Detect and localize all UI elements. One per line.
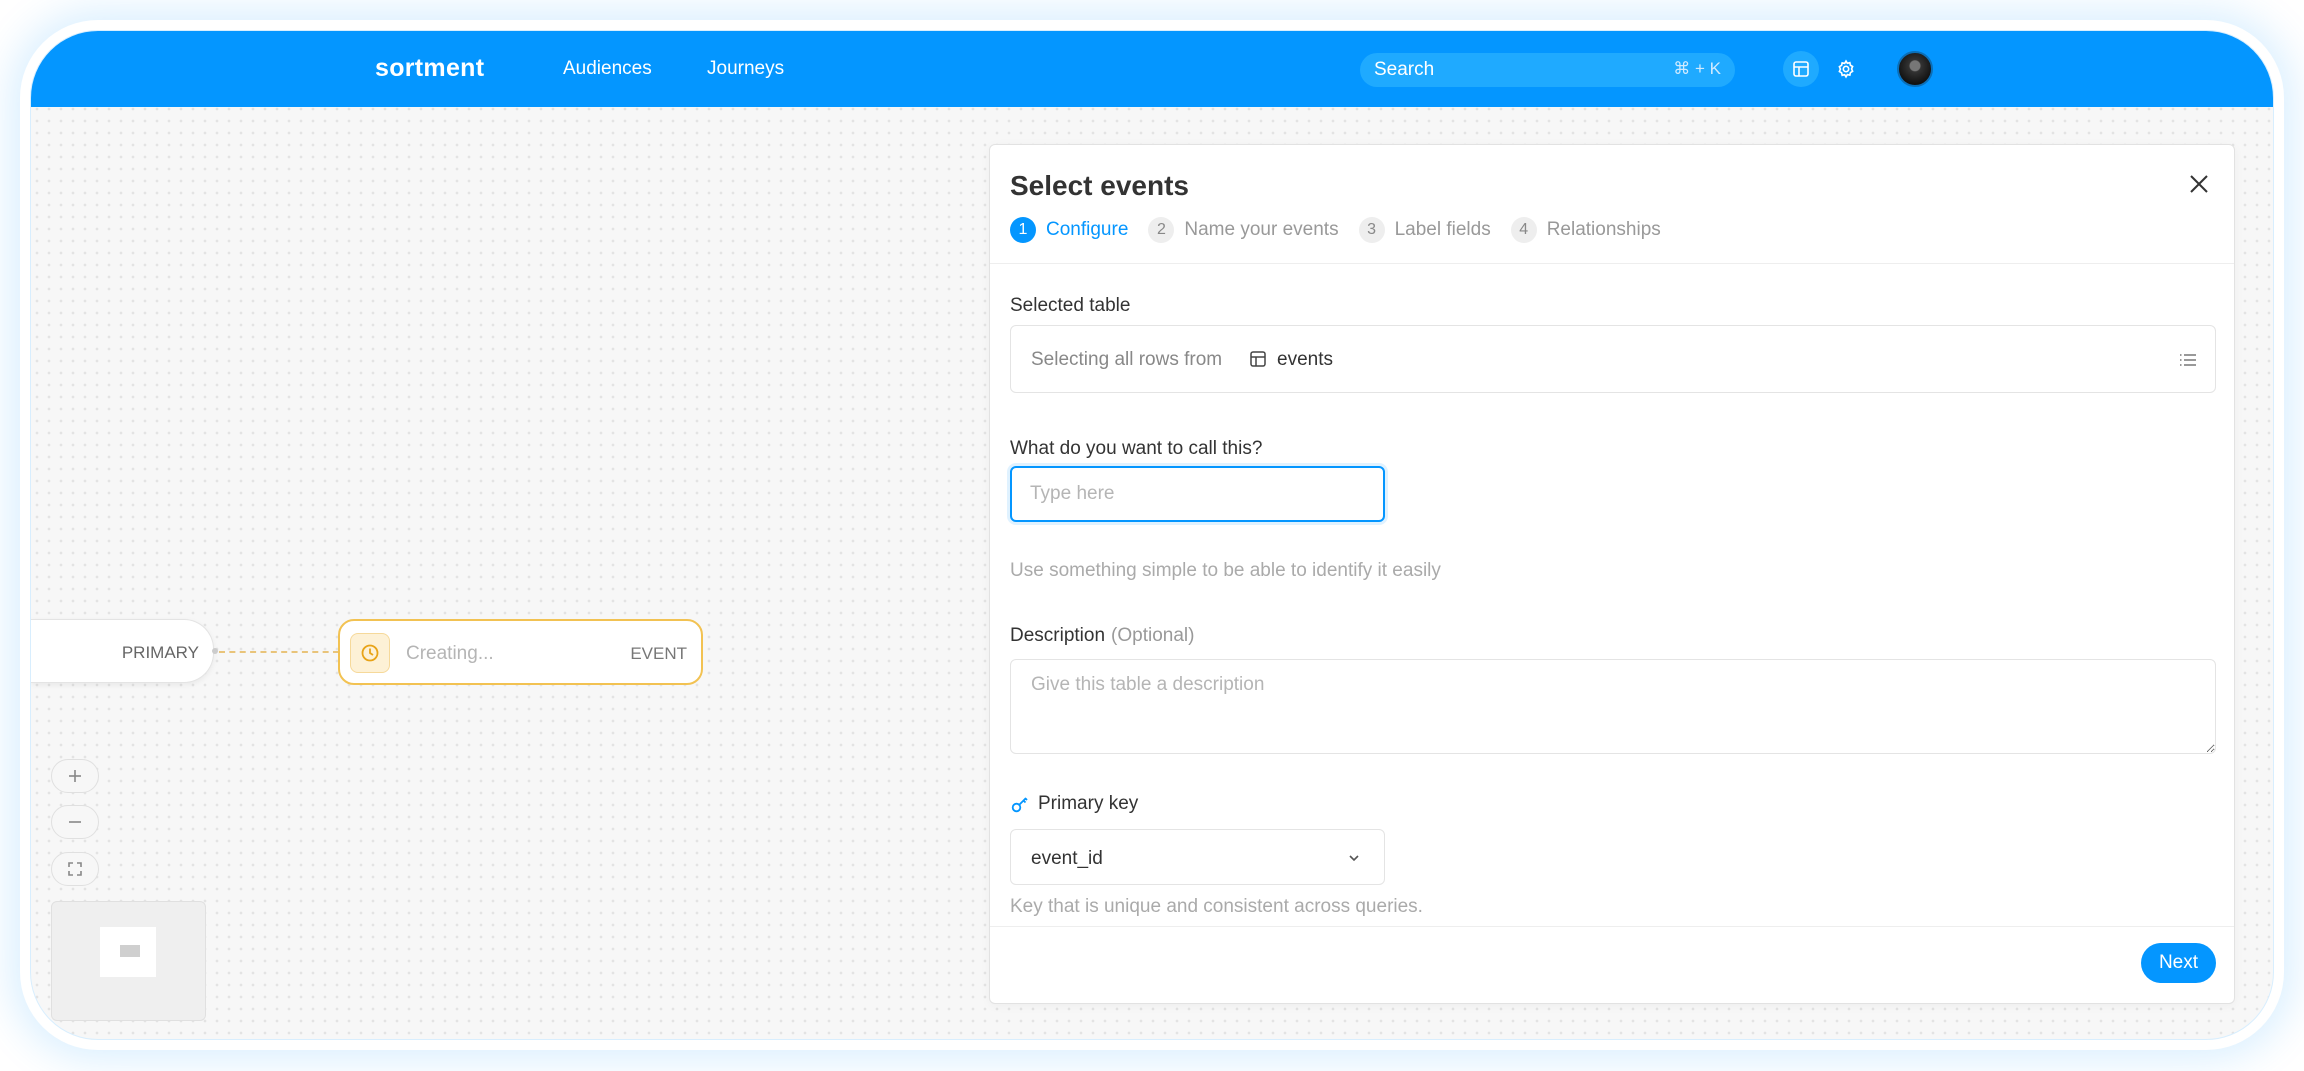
fit-view-icon: [68, 862, 82, 876]
primary-node[interactable]: PRIMARY: [31, 619, 214, 683]
step-label: Name your events: [1184, 219, 1339, 240]
optional-tag: (Optional): [1111, 625, 1195, 646]
dialog-title: Select events: [1010, 170, 1189, 201]
zoom-in-button[interactable]: [51, 759, 99, 793]
primary-key-label-row: Primary key: [1010, 793, 1138, 815]
table-icon: [1250, 351, 1266, 367]
minimap[interactable]: [51, 901, 206, 1021]
avatar[interactable]: [1897, 51, 1933, 87]
search-bar[interactable]: Search ⌘ + K: [1360, 53, 1735, 87]
plus-icon: [69, 770, 81, 782]
step-relationships[interactable]: 4 Relationships: [1510, 217, 1661, 243]
step-label: Configure: [1046, 219, 1129, 240]
fit-view-button[interactable]: [51, 852, 99, 886]
selected-table-label: Selected table: [1010, 295, 1131, 316]
event-node[interactable]: Creating... EVENT: [338, 619, 703, 685]
close-icon[interactable]: [2186, 171, 2212, 197]
selected-table-prefix: Selecting all rows from: [1031, 349, 1223, 370]
name-input[interactable]: [1010, 466, 1385, 522]
step-label: Relationships: [1546, 219, 1661, 240]
table-icon: [1793, 61, 1809, 77]
node-connector: [219, 651, 339, 653]
settings-button[interactable]: [1828, 51, 1864, 87]
primary-key-value: event_id: [1031, 848, 1103, 869]
table-view-button[interactable]: [1783, 51, 1819, 87]
primary-node-label: PRIMARY: [121, 643, 199, 662]
top-navbar: sortment Audiences Journeys Search ⌘ + K: [31, 31, 2273, 107]
search-placeholder: Search: [1374, 59, 1435, 80]
description-label-row: Description (Optional): [1010, 625, 1194, 647]
step-name-events[interactable]: 2 Name your events: [1148, 217, 1339, 243]
name-field-hint: Use something simple to be able to ident…: [1010, 560, 1441, 581]
event-node-status: Creating...: [406, 643, 494, 664]
search-shortcut: ⌘ + K: [1673, 59, 1721, 78]
next-button[interactable]: Next: [2141, 943, 2216, 983]
step-number: 3: [1358, 217, 1385, 243]
nav-journeys[interactable]: Journeys: [707, 58, 784, 80]
select-events-dialog: Select events 1 Configure 2 Name your ev…: [989, 144, 2235, 1004]
minimap-node: [120, 945, 140, 957]
step-configure[interactable]: 1 Configure: [1010, 217, 1128, 243]
logo: sortment: [375, 54, 485, 82]
primary-key-select[interactable]: event_id: [1010, 829, 1385, 885]
step-number: 2: [1148, 217, 1175, 243]
step-label-fields[interactable]: 3 Label fields: [1358, 217, 1491, 243]
event-node-icon-box: [350, 633, 390, 673]
selected-table-name: events: [1277, 349, 1333, 370]
event-node-type: EVENT: [630, 644, 687, 663]
app-window: sortment Audiences Journeys Search ⌘ + K…: [30, 30, 2274, 1040]
footer-divider: [990, 926, 2234, 927]
gear-icon: [1838, 59, 1854, 79]
primary-key-label: Primary key: [1038, 793, 1139, 814]
step-number: 1: [1010, 217, 1036, 243]
stepper: 1 Configure 2 Name your events 3 Label f…: [1010, 217, 1681, 243]
step-number: 4: [1510, 217, 1537, 243]
header-divider: [990, 263, 2234, 264]
clock-icon: [361, 644, 379, 662]
primary-key-hint: Key that is unique and consistent across…: [1010, 896, 1423, 917]
chevron-down-icon: [1349, 855, 1359, 862]
minus-icon: [69, 821, 81, 823]
key-icon: [1011, 797, 1028, 813]
selected-table-box[interactable]: Selecting all rows from events: [1010, 325, 2216, 393]
description-label: Description: [1010, 625, 1106, 646]
zoom-out-button[interactable]: [51, 805, 99, 839]
list-icon[interactable]: [2179, 352, 2197, 368]
nav-audiences[interactable]: Audiences: [563, 58, 652, 80]
connector-handle[interactable]: [212, 648, 218, 654]
description-textarea[interactable]: [1010, 659, 2216, 754]
step-label: Label fields: [1394, 219, 1491, 240]
name-field-label: What do you want to call this?: [1010, 438, 1263, 459]
